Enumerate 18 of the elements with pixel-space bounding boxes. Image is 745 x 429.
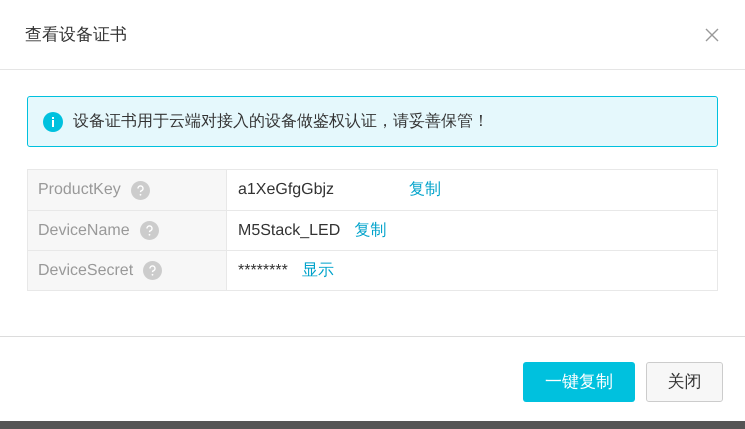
action-link[interactable]: 显示 — [302, 258, 334, 282]
field-value: ******** — [238, 260, 288, 280]
field-label: DeviceSecret — [38, 260, 134, 280]
help-icon[interactable] — [140, 221, 159, 240]
alert-text: 设备证书用于云端对接入的设备做鉴权认证，请妥善保管！ — [73, 111, 489, 132]
field-label: ProductKey — [38, 180, 121, 200]
close-button[interactable]: 关闭 — [646, 362, 723, 402]
copy-all-button[interactable]: 一键复制 — [523, 362, 635, 402]
field-value: M5Stack_LED — [238, 220, 340, 240]
help-icon[interactable] — [130, 180, 150, 200]
field-value: a1XeGfgGbjz — [238, 180, 334, 200]
info-icon — [43, 112, 63, 132]
field-label: DeviceName — [38, 220, 130, 240]
help-icon[interactable] — [143, 261, 162, 280]
close-icon[interactable] — [705, 28, 719, 42]
action-link[interactable]: 复制 — [409, 178, 442, 202]
dialog-title: 查看设备证书 — [25, 24, 127, 46]
action-link[interactable]: 复制 — [354, 218, 386, 242]
